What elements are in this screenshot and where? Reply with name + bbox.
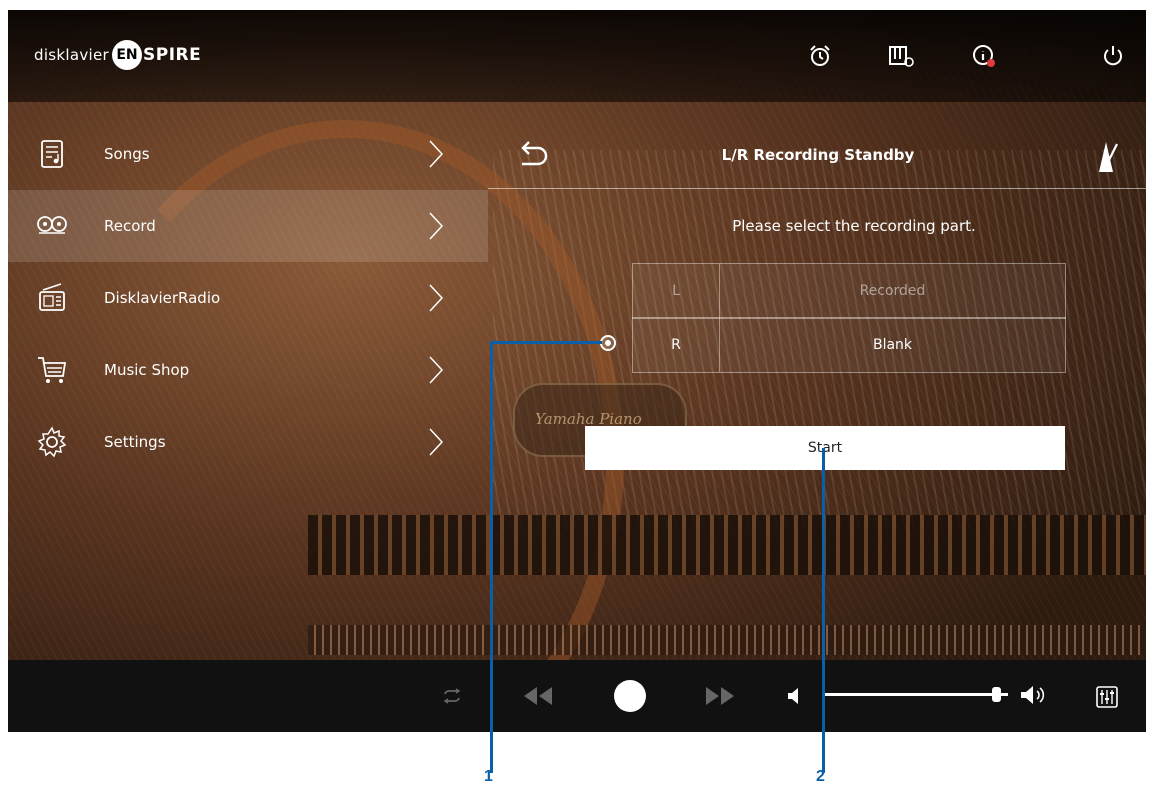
metronome-button[interactable] [1086,136,1126,180]
rewind-button[interactable] [518,682,558,710]
callout-number-2: 2 [816,768,825,785]
back-button[interactable] [512,136,552,176]
part-status: Blank [872,337,913,353]
metronome-icon [1099,142,1118,172]
sidebar-item-label: Settings [104,433,166,451]
volume-slider-thumb[interactable] [992,687,1001,702]
mixer-icon [1096,686,1118,708]
repeat-icon [443,688,461,704]
sidebar-item-disklavier-radio[interactable]: DisklavierRadio [8,262,488,334]
callout-1-leader [490,341,602,344]
page-title: L/R Recording Standby [721,146,915,164]
reel-tape-icon [37,216,67,234]
fast-forward-button[interactable] [700,682,740,710]
piano-dampers-background [308,625,1146,655]
app-window: Yamaha Piano disklavier EN SPIRE Songs R… [8,10,1146,732]
instruction-text: Please select the recording part. [732,217,976,235]
transport-bar [8,660,1146,732]
sidebar-item-label: Record [104,217,156,235]
power-button[interactable] [1095,38,1131,74]
info-icon [973,45,995,67]
part-status: Recorded [859,283,926,299]
top-header: disklavier EN SPIRE [8,10,1146,102]
record-button[interactable] [610,676,650,716]
part-row-r[interactable]: R Blank [632,317,1066,373]
part-row-l[interactable]: L Recorded [632,263,1066,319]
radio-icon [39,283,65,311]
back-arrow-icon [521,141,548,166]
sidebar-item-music-shop[interactable]: Music Shop [8,334,488,406]
songs-icon [41,140,63,168]
chevron-right-icon [429,284,444,312]
sidebar-item-label: DisklavierRadio [104,289,221,307]
chevron-right-icon [429,356,444,384]
logo-prefix: disklavier [34,46,109,64]
sidebar-item-record[interactable]: Record [8,190,488,262]
alarm-clock-icon [810,45,830,66]
chevron-right-icon [429,212,444,240]
start-button[interactable]: Start [585,426,1065,470]
sidebar-menu: Songs Record DisklavierRadio Music Shop … [8,118,488,478]
power-icon [1104,46,1122,66]
rewind-icon [524,687,552,705]
piano-settings-icon [889,46,914,67]
sidebar-item-label: Music Shop [104,361,190,379]
header-divider [488,188,1146,189]
callout-number-1: 1 [484,768,493,785]
callout-2-line [822,448,825,773]
record-icon [614,680,646,712]
volume-low-icon [788,688,798,704]
sidebar-item-songs[interactable]: Songs [8,118,488,190]
chevron-right-icon [429,140,444,168]
logo-suffix: SPIRE [143,45,202,65]
volume-high-button[interactable] [1018,682,1052,708]
alarm-clock-button[interactable] [802,38,838,74]
sidebar-item-label: Songs [104,145,150,163]
piano-settings-button[interactable] [884,38,920,74]
repeat-button[interactable] [438,684,466,708]
piano-hammers-background [308,515,1146,575]
sidebar-item-settings[interactable]: Settings [8,406,488,478]
volume-low-button[interactable] [784,684,804,708]
mixer-button[interactable] [1092,682,1122,712]
fast-forward-icon [706,687,734,705]
chevron-right-icon [429,428,444,456]
info-button[interactable] [966,38,1002,74]
volume-slider[interactable] [824,687,1008,702]
logo-badge: EN [112,40,142,70]
gear-icon [37,426,67,458]
disklavier-enspire-logo: disklavier EN SPIRE [34,40,201,70]
callout-1-line [490,342,493,773]
selected-part-radio[interactable] [600,335,616,351]
part-name: L [633,264,720,318]
cart-icon [38,357,67,383]
volume-high-icon [1021,686,1045,704]
part-name: R [633,318,720,372]
